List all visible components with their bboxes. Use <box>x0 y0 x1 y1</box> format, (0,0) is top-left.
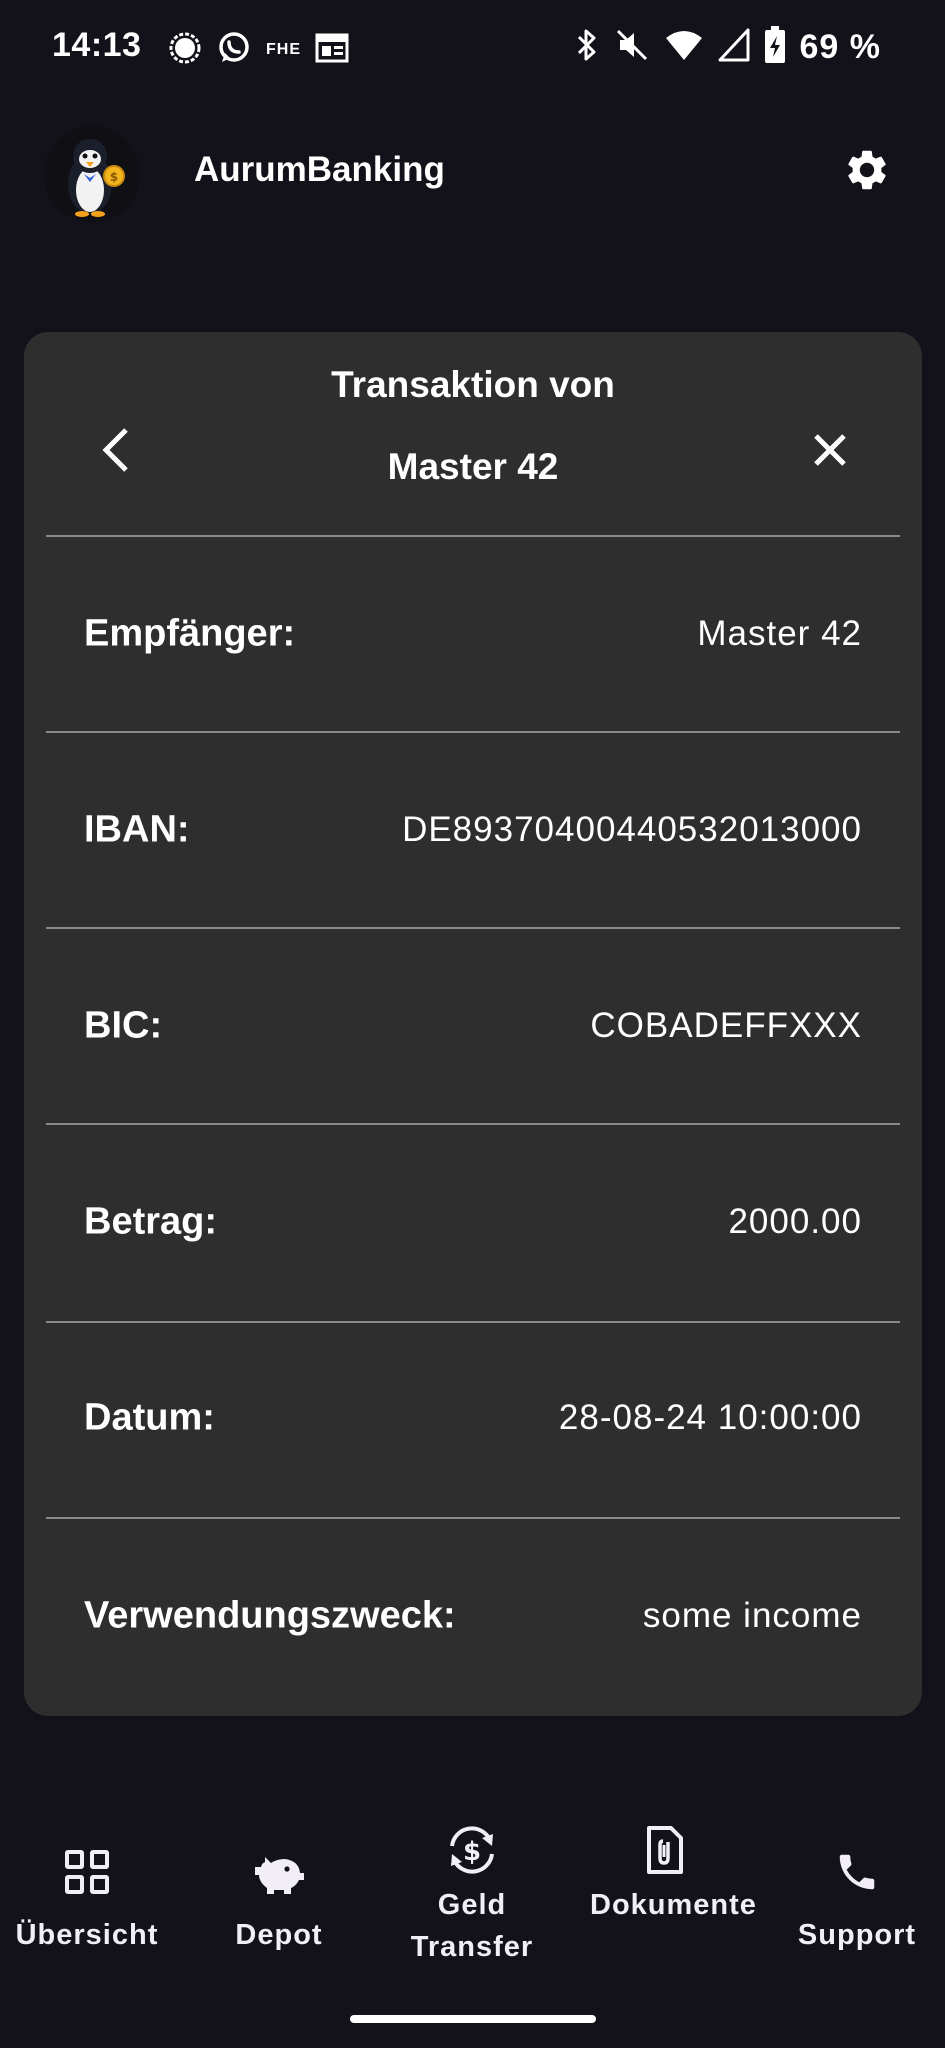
wifi-icon <box>664 28 704 67</box>
nav-label: Übersicht <box>15 1919 159 1951</box>
detail-row-iban: IBAN: DE89370400440532013000 <box>24 733 922 927</box>
status-time: 14:13 <box>52 26 142 64</box>
nav-item-depot[interactable]: Depot <box>184 1844 374 1956</box>
close-icon <box>810 430 850 475</box>
detail-value: COBADEFFXXX <box>590 1006 862 1045</box>
detail-row-bic: BIC: COBADEFFXXX <box>24 929 922 1123</box>
card-header: Transaktion von Master 42 <box>24 332 922 536</box>
nav-item-support[interactable]: Support <box>762 1844 945 1956</box>
battery-percentage: 69 % <box>799 28 881 66</box>
phone-icon <box>829 1844 885 1900</box>
detail-value: DE89370400440532013000 <box>402 810 862 849</box>
detail-label: IBAN: <box>84 808 190 851</box>
app-header: $ AurumBanking <box>0 120 945 222</box>
nav-label: Depot <box>235 1919 323 1951</box>
detail-row-date: Datum: 28-08-24 10:00:00 <box>24 1321 922 1515</box>
gear-icon <box>843 146 891 199</box>
back-button[interactable] <box>76 412 156 492</box>
svg-text:$: $ <box>110 170 118 184</box>
status-bar: 14:13 FHE 69 % <box>0 0 945 100</box>
close-button[interactable] <box>790 412 870 492</box>
document-attachment-icon <box>637 1822 693 1878</box>
detail-row-purpose: Verwendungszweck: some income <box>24 1519 922 1713</box>
currency-exchange-icon: $ <box>444 1822 500 1878</box>
card-title-line2: Master 42 <box>387 446 559 487</box>
app-title: AurumBanking <box>194 150 445 189</box>
piggy-bank-icon <box>251 1844 307 1900</box>
nav-item-money-transfer[interactable]: $ Geld Transfer <box>377 1822 567 1968</box>
bluetooth-icon <box>574 27 600 68</box>
detail-label: BIC: <box>84 1004 163 1047</box>
detail-value: 28-08-24 10:00:00 <box>558 1398 862 1437</box>
chevron-left-icon <box>96 426 136 479</box>
home-indicator[interactable] <box>350 2015 596 2023</box>
signal-messenger-icon <box>168 31 202 70</box>
detail-value: 2000.00 <box>728 1202 862 1241</box>
card-title-line1: Transaktion von <box>331 364 615 405</box>
nav-item-overview[interactable]: Übersicht <box>0 1844 182 1956</box>
penguin-logo-icon: $ <box>44 126 140 222</box>
detail-row-recipient: Empfänger: Master 42 <box>24 537 922 731</box>
settings-button[interactable] <box>841 146 893 198</box>
detail-label: Datum: <box>84 1396 215 1439</box>
detail-label: Betrag: <box>84 1200 218 1243</box>
bottom-navigation: Übersicht Depot $ Geld Transfer Dokument… <box>0 1800 945 2030</box>
grid-icon <box>59 1844 115 1900</box>
nav-label: Support <box>797 1919 917 1951</box>
notification-icons: FHE <box>168 30 349 70</box>
nav-item-documents[interactable]: Dokumente <box>570 1822 760 1926</box>
detail-label: Empfänger: <box>84 612 296 655</box>
detail-row-amount: Betrag: 2000.00 <box>24 1125 922 1319</box>
cellular-icon <box>718 28 750 67</box>
nav-label: Geld Transfer <box>410 1889 534 1963</box>
transaction-card: Transaktion von Master 42 Empfänger: Mas… <box>24 332 922 1716</box>
detail-value: Master 42 <box>697 614 862 653</box>
calendar-news-icon <box>315 32 349 69</box>
fhe-icon: FHE <box>266 41 301 58</box>
system-icons: 69 % <box>574 26 882 69</box>
svg-text:$: $ <box>463 1837 481 1867</box>
nav-label: Dokumente <box>590 1889 757 1921</box>
detail-value: some income <box>642 1596 862 1635</box>
battery-charging-icon <box>764 26 786 69</box>
mute-icon <box>614 27 650 68</box>
whatsapp-icon <box>216 30 252 71</box>
detail-label: Verwendungszweck: <box>84 1594 456 1637</box>
